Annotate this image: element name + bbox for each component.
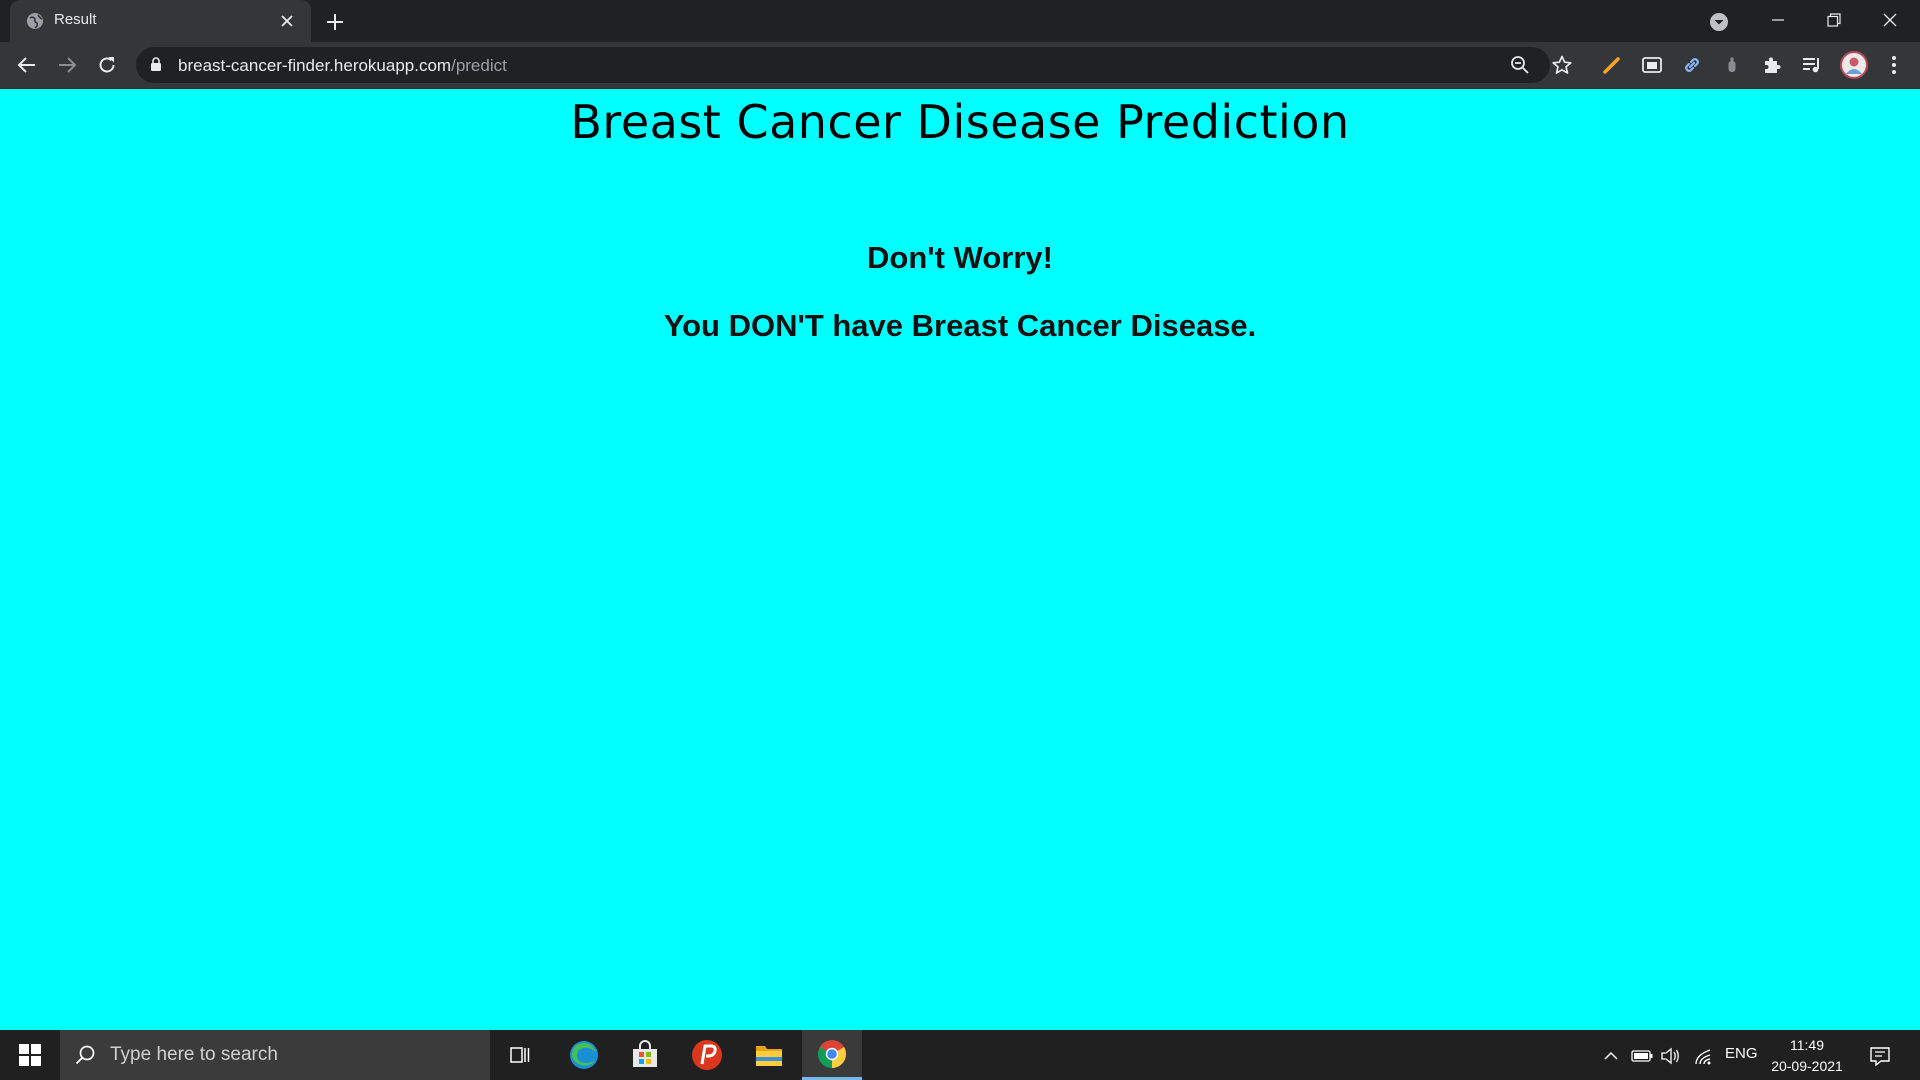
tab-search-icon[interactable]: [1707, 10, 1731, 34]
lock-icon[interactable]: [150, 57, 162, 77]
extensions-puzzle-icon[interactable]: [1759, 52, 1785, 78]
url-path: /predict: [451, 56, 507, 75]
globe-icon: [26, 12, 44, 30]
forward-icon[interactable]: [54, 52, 80, 78]
edge-app[interactable]: [554, 1030, 614, 1080]
task-view-button[interactable]: [490, 1030, 550, 1080]
page-title: Breast Cancer Disease Prediction: [570, 95, 1350, 149]
battery-icon[interactable]: [1631, 1045, 1653, 1067]
clock-date: 20-09-2021: [1771, 1058, 1843, 1074]
task-view-icon: [510, 1047, 530, 1063]
new-tab-icon[interactable]: [322, 9, 348, 35]
restore-icon[interactable]: [1806, 0, 1862, 40]
psiphon-icon: [692, 1040, 722, 1070]
file-explorer-app[interactable]: [739, 1030, 799, 1080]
bookmark-star-icon[interactable]: [1549, 52, 1575, 78]
minimize-icon[interactable]: [1750, 0, 1806, 40]
network-icon[interactable]: [1692, 1045, 1714, 1067]
browser-toolbar: breast-cancer-finder.herokuapp.com/predi…: [0, 42, 1920, 89]
tab-strip: Result: [0, 0, 1920, 42]
chevron-up-icon[interactable]: [1600, 1045, 1622, 1067]
chrome-icon: [818, 1039, 846, 1068]
link-extension-icon[interactable]: [1679, 52, 1705, 78]
zoom-icon[interactable]: [1509, 54, 1531, 76]
store-bag-icon: [633, 1040, 657, 1067]
search-icon: [74, 1044, 96, 1071]
close-window-icon[interactable]: [1862, 0, 1918, 40]
windows-logo-icon: [19, 1044, 41, 1066]
clock-time: 11:49: [1790, 1037, 1824, 1053]
notification-center-icon[interactable]: [1869, 1045, 1891, 1067]
volume-icon[interactable]: [1659, 1045, 1681, 1067]
menu-kebab-icon[interactable]: [1881, 52, 1907, 78]
edge-icon: [570, 1041, 598, 1069]
browser-tab[interactable]: Result: [10, 0, 311, 42]
search-placeholder: Type here to search: [110, 1044, 278, 1065]
url-host: breast-cancer-finder.herokuapp.com: [178, 56, 452, 75]
language-indicator[interactable]: ENG: [1725, 1045, 1758, 1062]
psiphon-app[interactable]: [677, 1030, 737, 1080]
back-icon[interactable]: [14, 52, 40, 78]
result-message: You DON'T have Breast Cancer Disease.: [663, 308, 1257, 343]
taskbar-search[interactable]: Type here to search: [60, 1030, 490, 1080]
profile-avatar[interactable]: [1840, 51, 1868, 79]
page-viewport: Breast Cancer Disease Prediction Don't W…: [0, 89, 1920, 1030]
result-reassurance: Don't Worry!: [867, 240, 1053, 275]
start-button[interactable]: [0, 1030, 60, 1080]
clock[interactable]: 11:49 20-09-2021: [1766, 1035, 1848, 1077]
store-app[interactable]: [615, 1030, 675, 1080]
close-tab-icon[interactable]: [277, 11, 297, 31]
url-text[interactable]: breast-cancer-finder.herokuapp.com/predi…: [178, 56, 507, 76]
dropper-extension-icon[interactable]: [1719, 52, 1745, 78]
media-control-icon[interactable]: [1799, 52, 1825, 78]
folder-icon: [756, 1046, 782, 1066]
pencil-extension-icon[interactable]: [1599, 52, 1625, 78]
windows-taskbar: Type here to search ENG 11:49 20-09-2021: [0, 1030, 1920, 1080]
address-bar[interactable]: breast-cancer-finder.herokuapp.com/predi…: [136, 47, 1550, 83]
chrome-app[interactable]: [802, 1030, 862, 1080]
tab-title: Result: [54, 11, 97, 28]
reload-icon[interactable]: [94, 52, 120, 78]
window-extension-icon[interactable]: [1639, 52, 1665, 78]
